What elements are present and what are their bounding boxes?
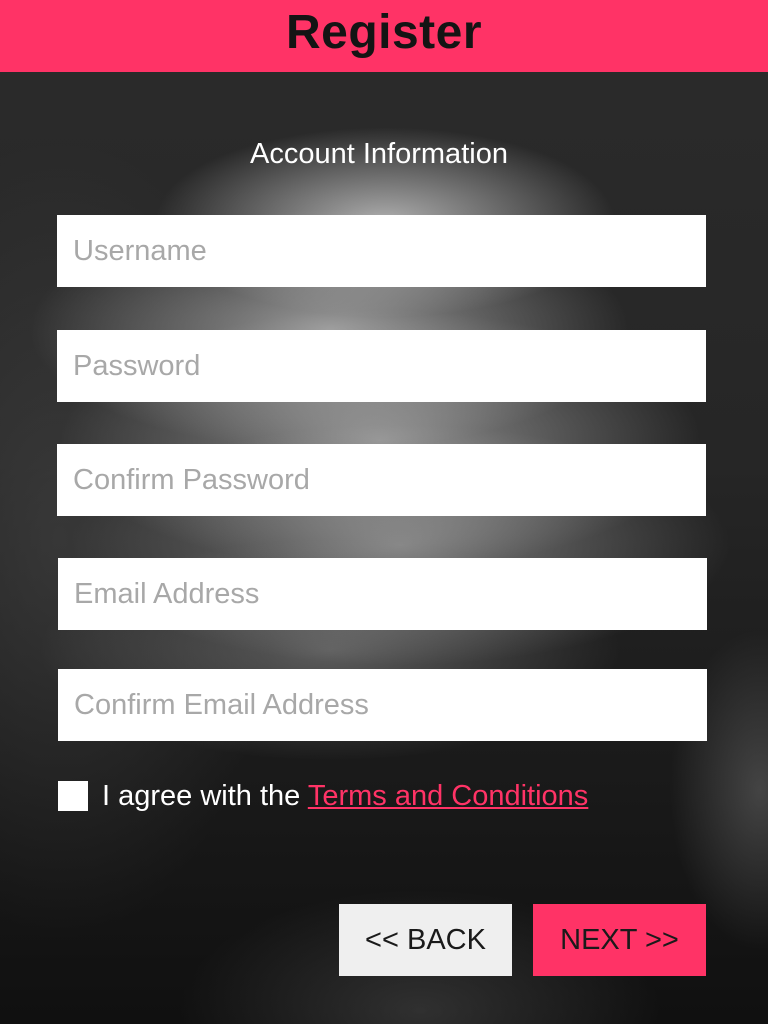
email-input[interactable] (58, 558, 707, 630)
terms-agreement-label: I agree with the Terms and Conditions (102, 780, 588, 813)
terms-checkbox[interactable] (58, 781, 88, 811)
confirm-email-input[interactable] (58, 669, 707, 741)
next-button[interactable]: NEXT >> (533, 904, 706, 976)
agreement-text: I agree with the (102, 779, 308, 812)
terms-agreement-row: I agree with the Terms and Conditions (58, 778, 588, 814)
terms-link[interactable]: Terms and Conditions (308, 780, 588, 812)
page-title: Register (285, 6, 483, 59)
section-title: Account Information (250, 138, 508, 170)
password-input[interactable] (57, 330, 706, 402)
back-button[interactable]: << BACK (339, 904, 512, 976)
username-input[interactable] (57, 215, 706, 287)
header-bar: Register (0, 0, 768, 72)
confirm-password-input[interactable] (57, 444, 706, 516)
